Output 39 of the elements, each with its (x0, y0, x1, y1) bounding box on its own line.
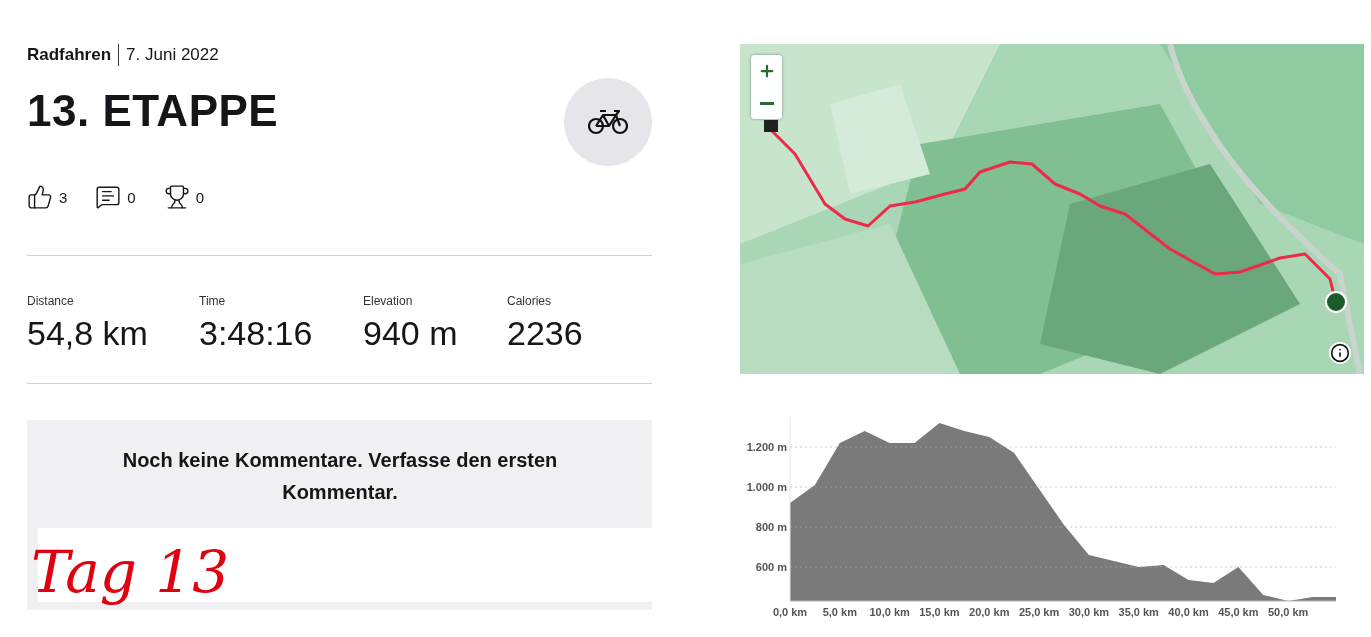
info-icon (1330, 343, 1350, 363)
axis-tick-label: 15,0 km (919, 606, 960, 618)
stat-label: Distance (27, 294, 75, 308)
stat-label: Time (199, 294, 227, 308)
axis-tick-label: 5,0 km (822, 606, 857, 618)
stat-label: Elevation (363, 294, 414, 308)
activity-date: 7. Juni 2022 (126, 45, 219, 65)
empty-comments-message: Noch keine Kommentare. Verfasse den ersten Kommentar. (121, 448, 559, 505)
stat-value: 940 m (363, 314, 459, 353)
zoom-in-button[interactable] (751, 55, 782, 87)
speech-bubble-icon[interactable] (95, 184, 122, 210)
axis-tick-label: 600 m (755, 561, 787, 573)
axis-tick-label: 20,0 km (969, 606, 1010, 618)
stat-value: 54,8 km (27, 314, 149, 353)
reaction-count: 0 (127, 188, 136, 206)
axis-tick-label: 35,0 km (1118, 606, 1159, 618)
sport-type: Radfahren (27, 45, 112, 65)
axis-tick-label: 10,0 km (869, 606, 910, 618)
handwritten-annotation: Tag 13 (31, 538, 230, 606)
stat-value: 3:48:16 (199, 314, 314, 353)
reaction-count: 3 (59, 188, 68, 206)
axis-tick-label: 25,0 km (1018, 606, 1060, 618)
activity-title: 13. ETAPPE (27, 86, 279, 136)
axis-tick-label: 1.000 m (746, 481, 787, 493)
reaction-count: 0 (195, 188, 205, 206)
axis-tick-label: 1.200 m (746, 441, 787, 453)
stat-label: Calories (507, 294, 552, 308)
axis-tick-label: 45,0 km (1218, 606, 1259, 618)
bicycle-icon (588, 109, 628, 135)
stat-value: 2236 (507, 314, 584, 353)
thumbs-up-icon[interactable] (27, 184, 53, 210)
zoom-out-button[interactable] (751, 87, 782, 119)
axis-tick-label: 0,0 km (772, 606, 808, 618)
axis-tick-label: 30,0 km (1068, 606, 1110, 618)
axis-tick-label: 800 m (755, 521, 787, 533)
axis-tick-label: 50,0 km (1268, 606, 1309, 618)
trophy-icon[interactable] (163, 184, 190, 210)
axis-tick-label: 40,0 km (1168, 606, 1209, 618)
minus-icon (759, 101, 774, 105)
